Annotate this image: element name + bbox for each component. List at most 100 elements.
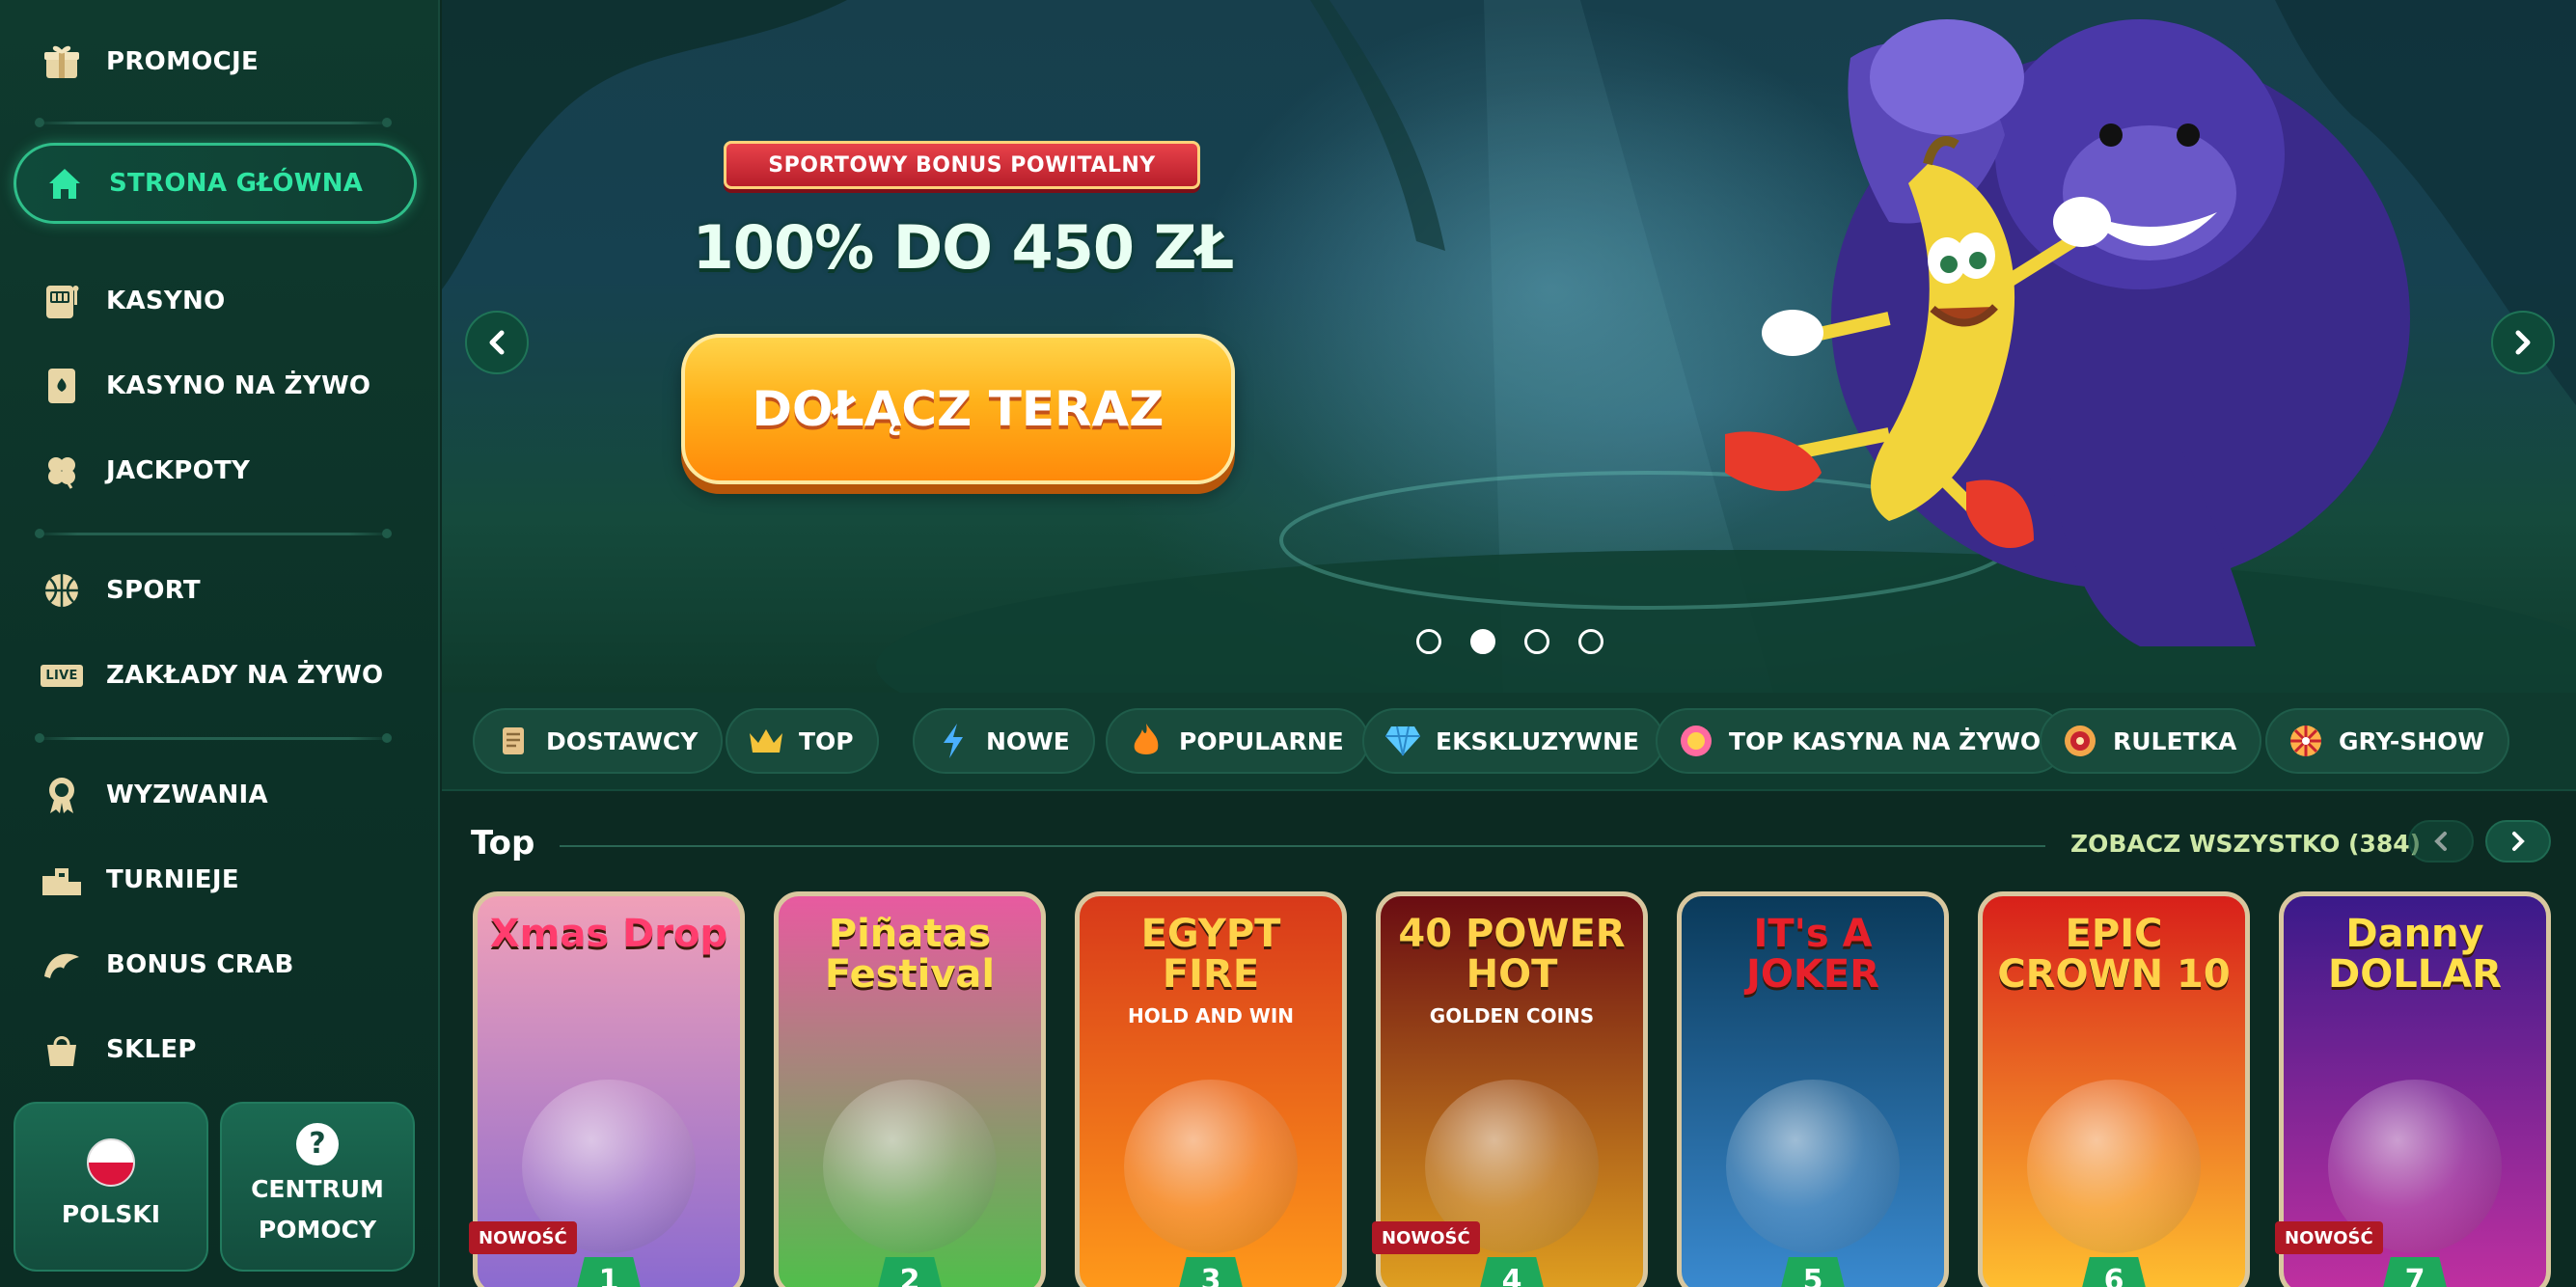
sidebar-item-bonus-crab[interactable]: BONUS CRAB bbox=[14, 924, 417, 1005]
category-nowe[interactable]: NOWE bbox=[913, 708, 1095, 774]
divider bbox=[35, 118, 392, 127]
game-subtitle: HOLD AND WIN bbox=[1127, 1004, 1295, 1027]
sidebar-item-label: BONUS CRAB bbox=[106, 950, 294, 979]
category-label: RULETKA bbox=[2113, 726, 2237, 755]
game-title: IT's A JOKER bbox=[1745, 912, 1879, 997]
section-divider bbox=[560, 845, 2045, 847]
chevron-right-icon bbox=[2512, 832, 2525, 851]
sidebar-item-label: KASYNO NA ŻYWO bbox=[106, 371, 371, 400]
chevron-left-icon bbox=[2434, 832, 2447, 851]
sidebar-item-label: WYZWANIA bbox=[106, 780, 268, 809]
promo-amount: 100% DO 450 ZŁ bbox=[692, 212, 1235, 283]
game-title: EPIC CROWN 10 bbox=[1997, 912, 2231, 997]
game-artwork bbox=[2027, 1080, 2201, 1253]
category-bar: DOSTAWCY TOP NOWE POPULARNE EKSKLUZYWNE … bbox=[442, 693, 2576, 791]
game-rank: 3 bbox=[1176, 1257, 1246, 1287]
lightning-icon bbox=[934, 722, 973, 760]
game-card[interactable]: Piñatas Festival 2 bbox=[774, 891, 1046, 1287]
slide-dot-3[interactable] bbox=[1524, 629, 1549, 654]
claw-icon bbox=[41, 944, 83, 986]
hero-next-button[interactable] bbox=[2491, 311, 2555, 374]
podium-icon bbox=[41, 859, 83, 901]
question-mark-icon: ? bbox=[296, 1123, 339, 1165]
sidebar-item-strona-glowna[interactable]: STRONA GŁÓWNA bbox=[14, 143, 417, 224]
gift-icon bbox=[41, 41, 83, 83]
sidebar-item-promocje[interactable]: PROMOCJE bbox=[14, 21, 417, 102]
sidebar-item-label: PROMOCJE bbox=[106, 47, 260, 76]
shopping-bag-icon bbox=[41, 1028, 83, 1071]
live-icon: LIVE bbox=[41, 654, 83, 697]
game-title: 40 POWER HOT bbox=[1398, 912, 1626, 997]
slide-indicator bbox=[1416, 629, 1603, 654]
game-rank: 4 bbox=[1477, 1257, 1547, 1287]
new-badge: NOWOŚĆ bbox=[1372, 1221, 1480, 1254]
game-artwork bbox=[823, 1080, 997, 1253]
game-card[interactable]: EPIC CROWN 10 6 bbox=[1978, 891, 2250, 1287]
game-rank: 1 bbox=[574, 1257, 644, 1287]
wheel-icon bbox=[2287, 722, 2325, 760]
category-top-kasyna-na-zywo[interactable]: TOP KASYNA NA ŻYWO bbox=[1656, 708, 2067, 774]
category-popularne[interactable]: POPULARNE bbox=[1106, 708, 1369, 774]
divider bbox=[35, 733, 392, 743]
game-title: EGYPT FIRE bbox=[1140, 912, 1281, 997]
category-label: TOP KASYNA NA ŻYWO bbox=[1729, 726, 2042, 755]
game-card[interactable]: EGYPT FIRE HOLD AND WIN 3 bbox=[1075, 891, 1347, 1287]
sidebar-item-label: SPORT bbox=[106, 576, 201, 605]
crown-icon bbox=[747, 722, 785, 760]
sidebar-item-label: JACKPOTY bbox=[106, 456, 251, 485]
sidebar-item-kasyno[interactable]: KASYNO bbox=[14, 260, 417, 342]
games-prev-button[interactable] bbox=[2408, 820, 2474, 863]
new-badge: NOWOŚĆ bbox=[2275, 1221, 2383, 1254]
slide-dot-4[interactable] bbox=[1578, 629, 1603, 654]
help-center-button[interactable]: ? CENTRUM POMOCY bbox=[220, 1102, 415, 1272]
medal-icon bbox=[41, 774, 83, 816]
slide-dot-1[interactable] bbox=[1416, 629, 1441, 654]
category-ruletka[interactable]: RULETKA bbox=[2040, 708, 2262, 774]
sidebar-item-sport[interactable]: SPORT bbox=[14, 550, 417, 631]
chip-icon bbox=[1677, 722, 1715, 760]
sidebar-item-sklep[interactable]: SKLEP bbox=[14, 1009, 417, 1090]
sidebar-item-zaklady-na-zywo[interactable]: LIVE ZAKŁADY NA ŻYWO bbox=[14, 635, 417, 716]
games-next-button[interactable] bbox=[2485, 820, 2551, 863]
scroll-icon bbox=[494, 722, 533, 760]
poland-flag-icon bbox=[87, 1138, 135, 1187]
sidebar-item-jackpoty[interactable]: JACKPOTY bbox=[14, 430, 417, 511]
sidebar-item-label: SKLEP bbox=[106, 1035, 197, 1064]
category-dostawcy[interactable]: DOSTAWCY bbox=[473, 708, 724, 774]
divider bbox=[35, 529, 392, 538]
game-rank: 6 bbox=[2079, 1257, 2149, 1287]
sidebar-item-turnieje[interactable]: TURNIEJE bbox=[14, 839, 417, 920]
game-title: Xmas Drop bbox=[489, 912, 728, 956]
language-button[interactable]: POLSKI bbox=[14, 1102, 208, 1272]
language-label: POLSKI bbox=[61, 1200, 161, 1228]
game-rank: 7 bbox=[2380, 1257, 2450, 1287]
category-label: NOWE bbox=[986, 726, 1070, 755]
section-title-top: Top bbox=[471, 824, 535, 863]
sidebar-item-kasyno-na-zywo[interactable]: KASYNO NA ŻYWO bbox=[14, 345, 417, 426]
home-icon bbox=[43, 162, 86, 205]
chevron-right-icon bbox=[2515, 330, 2531, 355]
roulette-icon bbox=[2061, 722, 2099, 760]
game-title: Danny DOLLAR bbox=[2328, 912, 2502, 997]
category-top[interactable]: TOP bbox=[726, 708, 879, 774]
playing-card-icon bbox=[41, 365, 83, 407]
sidebar-item-wyzwania[interactable]: WYZWANIA bbox=[14, 754, 417, 835]
category-gry-show[interactable]: GRY-SHOW bbox=[2265, 708, 2509, 774]
fire-icon bbox=[1127, 722, 1165, 760]
sidebar: PROMOCJE STRONA GŁÓWNA KASYNO KASYNO NA … bbox=[0, 0, 440, 1287]
sidebar-item-label: ZAKŁADY NA ŻYWO bbox=[106, 661, 384, 690]
game-artwork bbox=[1726, 1080, 1900, 1253]
hero-banner: SPORTOWY BONUS POWITALNY 100% DO 450 ZŁ … bbox=[442, 0, 2576, 693]
hero-prev-button[interactable] bbox=[465, 311, 529, 374]
join-now-button[interactable]: DOŁĄCZ TERAZ bbox=[681, 334, 1235, 484]
chevron-left-icon bbox=[489, 330, 505, 355]
sidebar-item-label: KASYNO bbox=[106, 287, 226, 315]
game-card[interactable]: IT's A JOKER 5 bbox=[1677, 891, 1949, 1287]
game-rank: 5 bbox=[1778, 1257, 1848, 1287]
clover-icon bbox=[41, 450, 83, 492]
sidebar-item-label: TURNIEJE bbox=[106, 865, 239, 894]
diamond-icon bbox=[1384, 722, 1422, 760]
see-all-link[interactable]: ZOBACZ WSZYSTKO (384) bbox=[2070, 830, 2421, 858]
slide-dot-2[interactable] bbox=[1470, 629, 1495, 654]
category-ekskluzywne[interactable]: EKSKLUZYWNE bbox=[1362, 708, 1664, 774]
